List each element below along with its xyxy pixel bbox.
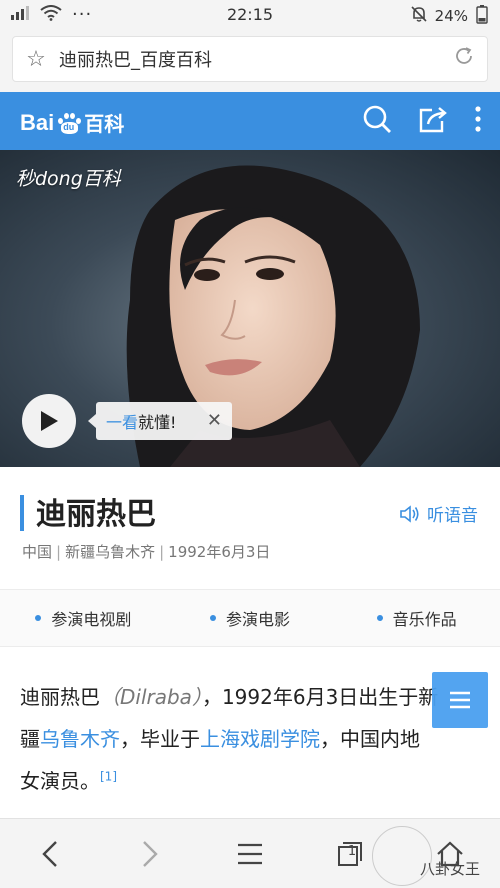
- list-menu-icon: [450, 691, 470, 709]
- tab-tv-dramas[interactable]: 参演电视剧: [0, 606, 167, 630]
- tabs-count: 1: [347, 843, 357, 859]
- menu-button[interactable]: [220, 824, 280, 884]
- hero-watermark: 秒dong百科: [16, 168, 121, 190]
- back-button[interactable]: [20, 824, 80, 884]
- speaker-icon: [400, 504, 419, 523]
- tip-text: 就懂!: [138, 413, 177, 432]
- meta-birthdate: 1992年6月3日: [168, 543, 271, 561]
- more-menu-icon[interactable]: [474, 104, 482, 138]
- listen-button[interactable]: 听语音: [399, 501, 478, 526]
- baidu-paw-icon: du: [56, 112, 82, 134]
- hamburger-icon: [238, 843, 262, 864]
- forward-arrow-icon: [143, 840, 158, 867]
- share-icon[interactable]: [418, 104, 448, 138]
- title-accent-bar: [20, 495, 24, 531]
- status-right-icons: 24%: [411, 4, 488, 28]
- baike-header: Bai du 百科: [0, 92, 500, 150]
- watermark-text: 八卦女王: [419, 860, 480, 878]
- back-arrow-icon: [42, 840, 57, 867]
- tip-blue-text: 一看: [106, 413, 139, 432]
- catalog-float-button[interactable]: [432, 672, 488, 728]
- baidu-baike-logo[interactable]: Bai du 百科: [20, 108, 124, 137]
- entry-title: 迪丽热巴: [36, 497, 156, 532]
- link-shanghai-theatre-academy[interactable]: 上海戏剧学院: [200, 727, 320, 751]
- status-bar: ··· 22:15 24%: [0, 0, 500, 28]
- meta-country: 中国: [22, 543, 53, 561]
- search-icon[interactable]: [362, 104, 392, 138]
- video-tip-bubble: 一看 就懂! ✕: [88, 402, 232, 440]
- tabs-button[interactable]: 1: [320, 824, 380, 884]
- link-urumqi[interactable]: 乌鲁木齐: [40, 727, 120, 751]
- browser-toolbar: ☆ 迪丽热巴_百度百科: [0, 28, 500, 92]
- address-bar[interactable]: ☆ 迪丽热巴_百度百科: [12, 36, 488, 82]
- entry-meta: 中国 | 新疆乌鲁木齐 | 1992年6月3日: [22, 543, 271, 561]
- tab-music[interactable]: 音乐作品: [333, 606, 500, 630]
- bookmark-star-icon[interactable]: ☆: [13, 47, 59, 72]
- listen-label: 听语音: [427, 506, 478, 526]
- play-icon: [41, 411, 58, 431]
- section-tabs: 参演电视剧 参演电影 音乐作品: [0, 589, 500, 647]
- battery-percent: 24%: [434, 7, 468, 25]
- entry-title-section: 迪丽热巴 听语音 中国 | 新疆乌鲁木齐 | 1992年6月3日: [0, 467, 500, 589]
- tab-movies[interactable]: 参演电影: [167, 606, 334, 630]
- close-icon[interactable]: ✕: [207, 410, 222, 431]
- play-button[interactable]: [22, 394, 76, 448]
- battery-icon: [476, 4, 488, 28]
- reload-icon[interactable]: [441, 45, 487, 73]
- mute-bell-icon: [411, 5, 427, 27]
- meta-hometown: 新疆乌鲁木齐: [65, 543, 156, 561]
- hero-video-cover[interactable]: 秒dong百科 一看 就懂! ✕: [0, 150, 500, 467]
- entry-summary: 迪丽热巴（Dilraba），1992年6月3日出生于新 疆乌鲁木齐，毕业于上海戏…: [20, 685, 439, 793]
- header-icons: [362, 104, 482, 138]
- page-title: 迪丽热巴_百度百科: [59, 50, 212, 71]
- reference-1[interactable]: [1]: [100, 769, 117, 783]
- forward-button[interactable]: [120, 824, 180, 884]
